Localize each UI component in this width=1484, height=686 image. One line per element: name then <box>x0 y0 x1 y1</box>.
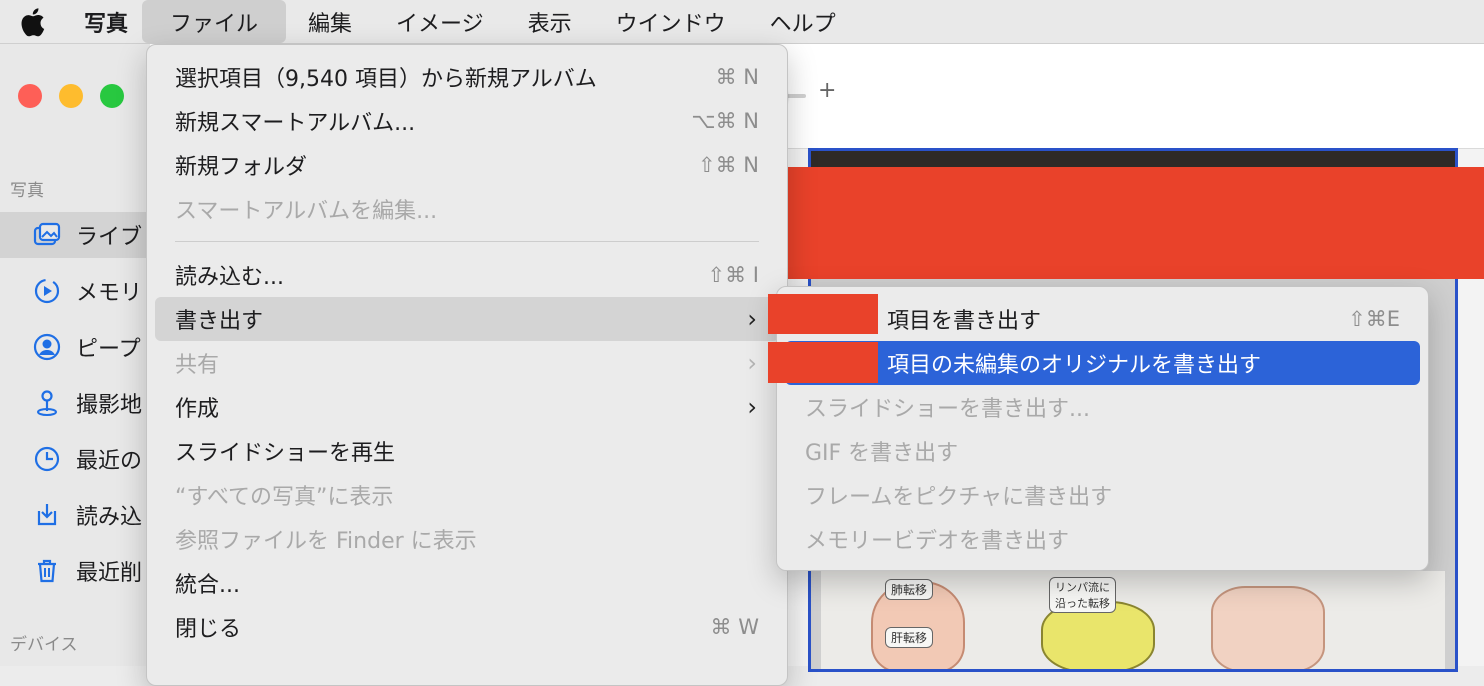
sidebar-item-recently-deleted[interactable]: 最近削 <box>0 548 150 594</box>
menu-item-play-slideshow[interactable]: スライドショーを再生 <box>155 429 779 473</box>
menu-item-label: スマートアルバムを編集... <box>175 199 438 224</box>
sidebar-item-label: 最近の <box>76 449 143 474</box>
close-window-button[interactable] <box>18 84 42 108</box>
menu-item-label: 共有 <box>175 353 220 378</box>
sidebar-item-imports[interactable]: 読み込 <box>0 492 150 538</box>
menu-item-label: 選択項目（9,540 項目）から新規アルバム <box>175 67 597 92</box>
sidebar-item-label: 最近削 <box>76 561 143 586</box>
zoom-in-button[interactable]: + <box>818 78 836 103</box>
menu-item-import[interactable]: 読み込む... ⇧⌘ I <box>155 253 779 297</box>
sidebar-item-label: ピープ <box>76 337 141 362</box>
keyboard-shortcut: ⇧⌘ N <box>698 153 759 177</box>
menu-item-label: スライドショーを再生 <box>175 441 396 466</box>
chevron-right-icon: › <box>747 349 757 377</box>
sidebar-item-label: 撮影地 <box>76 393 143 418</box>
file-menu: 選択項目（9,540 項目）から新規アルバム ⌘ N 新規スマートアルバム...… <box>146 44 788 686</box>
minimize-window-button[interactable] <box>59 84 83 108</box>
menu-bar: 写真 ファイル 編集 イメージ 表示 ウインドウ ヘルプ <box>0 0 1484 44</box>
submenu-item-export-memory-video: メモリービデオを書き出す <box>785 517 1420 561</box>
menu-item-close[interactable]: 閉じる ⌘ W <box>155 605 779 649</box>
keyboard-shortcut: ⌘ N <box>715 65 759 89</box>
sidebar-item-label: ライブ <box>76 225 143 250</box>
menu-item-consolidate[interactable]: 統合... <box>155 561 779 605</box>
menu-item-label: 書き出す <box>175 309 264 334</box>
menu-item-label: “すべての写真”に表示 <box>175 485 394 510</box>
sidebar-item-places[interactable]: 撮影地 <box>0 380 150 426</box>
chevron-right-icon: › <box>747 305 757 333</box>
sidebar-section-devices: デバイス <box>10 635 78 655</box>
menu-item-export[interactable]: 書き出す › <box>155 297 779 341</box>
menu-item-label: GIF を書き出す <box>805 441 959 466</box>
menu-item-label: 作成 <box>175 397 220 422</box>
menu-item-show-in-all-photos: “すべての写真”に表示 <box>155 473 779 517</box>
redaction-block <box>788 167 1484 279</box>
sidebar-item-memories[interactable]: メモリ <box>0 268 150 314</box>
menu-item-edit-smart-album: スマートアルバムを編集... <box>155 187 779 231</box>
redaction-block <box>768 294 878 334</box>
menu-item-share: 共有 › <box>155 341 779 385</box>
submenu-item-export-slideshow: スライドショーを書き出す... <box>785 385 1420 429</box>
menu-item-show-referenced-file-in-finder: 参照ファイルを Finder に表示 <box>155 517 779 561</box>
window-controls <box>18 84 124 108</box>
sidebar-item-people[interactable]: ピープ <box>0 324 150 370</box>
submenu-item-export-unmodified-original[interactable]: 項目の未編集のオリジナルを書き出す <box>785 341 1420 385</box>
menu-item-label: フレームをピクチャに書き出す <box>805 485 1113 510</box>
menu-help[interactable]: ヘルプ <box>748 0 858 43</box>
menu-item-create[interactable]: 作成 › <box>155 385 779 429</box>
menu-item-label: 新規スマートアルバム... <box>175 111 416 136</box>
menu-window[interactable]: ウインドウ <box>594 0 748 43</box>
trash-icon <box>32 556 62 586</box>
submenu-item-export-frame-to-picture: フレームをピクチャに書き出す <box>785 473 1420 517</box>
menu-item-new-smart-album[interactable]: 新規スマートアルバム... ⌥⌘ N <box>155 99 779 143</box>
sidebar-item-recents[interactable]: 最近の <box>0 436 150 482</box>
menu-separator <box>175 241 759 242</box>
menu-photos-app[interactable]: 写真 <box>64 0 142 43</box>
menu-item-label: 項目を書き出す <box>887 309 1042 334</box>
keyboard-shortcut: ⇧⌘ I <box>707 263 759 287</box>
menu-item-label: 閉じる <box>175 617 242 642</box>
photo-colon-illustration <box>1211 586 1325 669</box>
menu-item-label: 統合... <box>175 573 240 598</box>
sidebar-item-label: メモリ <box>76 281 143 306</box>
menu-item-label: スライドショーを書き出す... <box>805 397 1090 422</box>
zoom-window-button[interactable] <box>100 84 124 108</box>
menu-item-new-album-from-selection[interactable]: 選択項目（9,540 項目）から新規アルバム ⌘ N <box>155 55 779 99</box>
sidebar: 写真 ライブ メモリ ピープ 撮影地 最近の 読み込 最近削 デバイス <box>0 44 150 666</box>
menu-item-label: メモリービデオを書き出す <box>805 529 1070 554</box>
submenu-item-export-gif: GIF を書き出す <box>785 429 1420 473</box>
imports-icon <box>32 500 62 530</box>
menu-item-new-folder[interactable]: 新規フォルダ ⇧⌘ N <box>155 143 779 187</box>
menu-file[interactable]: ファイル <box>142 0 287 43</box>
menu-item-label: 項目の未編集のオリジナルを書き出す <box>887 353 1262 378</box>
sidebar-item-label: 読み込 <box>76 505 143 530</box>
recents-icon <box>32 444 62 474</box>
places-icon <box>32 388 62 418</box>
keyboard-shortcut: ⌘ W <box>710 615 759 639</box>
photo-label-lymph: リンパ流に 沿った転移 <box>1049 577 1116 613</box>
menu-image[interactable]: イメージ <box>374 0 506 43</box>
sidebar-item-library[interactable]: ライブ <box>0 212 150 258</box>
photo-label-liver: 肝転移 <box>885 627 934 648</box>
chevron-right-icon: › <box>747 393 757 421</box>
keyboard-shortcut: ⌥⌘ N <box>691 109 759 133</box>
people-icon <box>32 332 62 362</box>
menu-view[interactable]: 表示 <box>506 0 594 43</box>
menu-item-label: 新規フォルダ <box>175 155 308 180</box>
submenu-item-export-items[interactable]: 項目を書き出す ⇧⌘E <box>785 297 1420 341</box>
redaction-block <box>768 342 878 383</box>
keyboard-shortcut: ⇧⌘E <box>1348 307 1400 331</box>
menu-item-label: 参照ファイルを Finder に表示 <box>175 529 477 554</box>
sidebar-section-photos: 写真 <box>10 181 44 201</box>
photo-label-lung: 肺転移 <box>885 579 934 600</box>
menu-edit[interactable]: 編集 <box>286 0 374 43</box>
apple-logo-icon[interactable] <box>0 0 64 43</box>
library-icon <box>32 220 62 250</box>
menu-item-label: 読み込む... <box>175 265 284 290</box>
memories-icon <box>32 276 62 306</box>
